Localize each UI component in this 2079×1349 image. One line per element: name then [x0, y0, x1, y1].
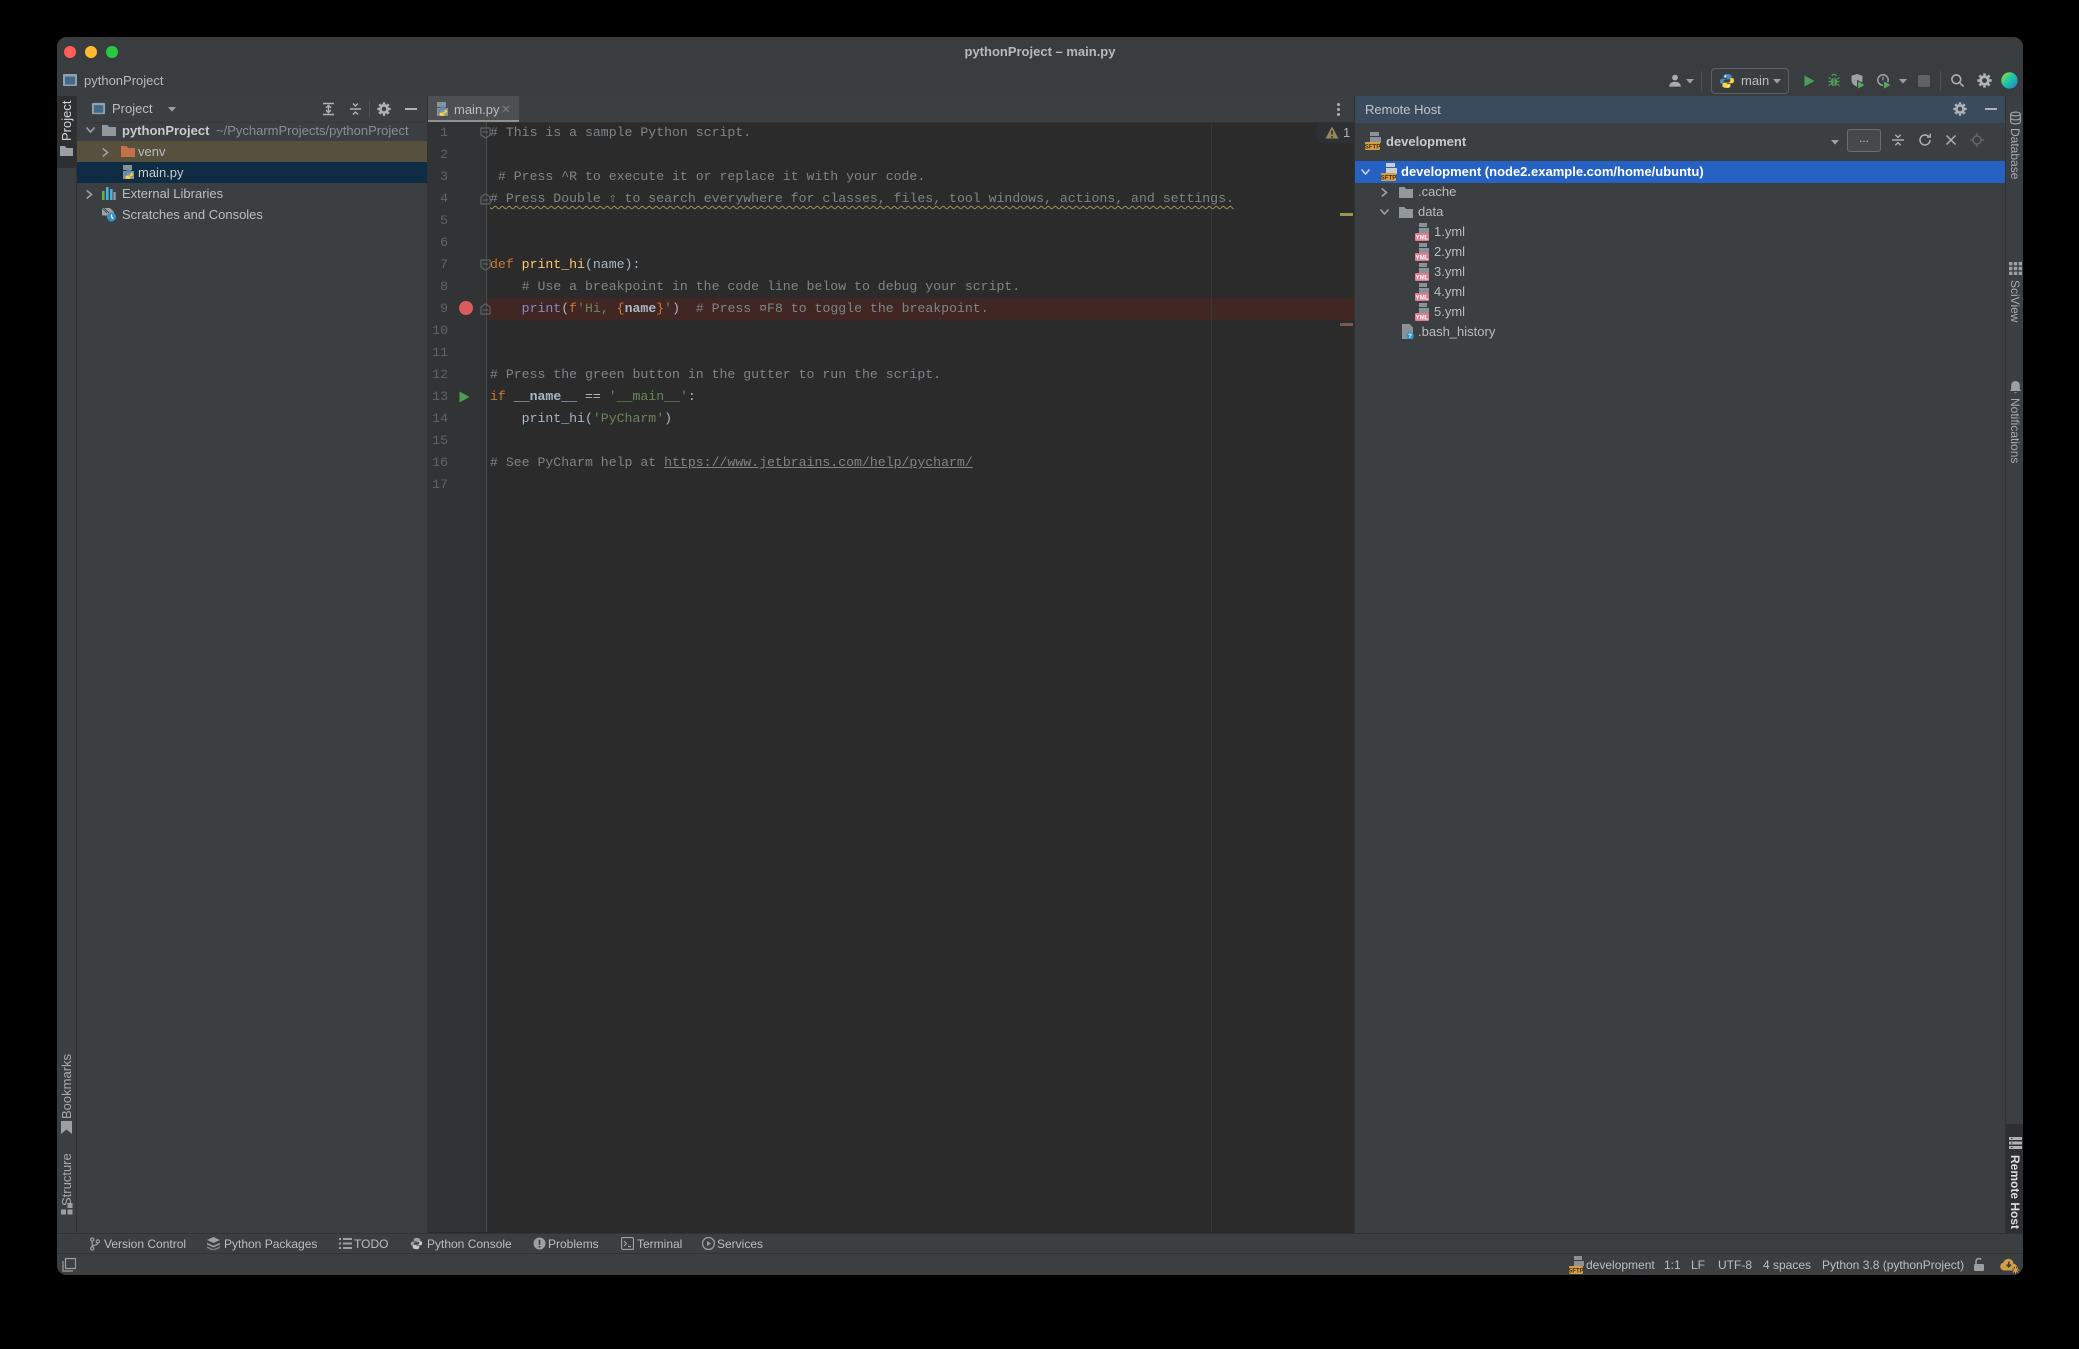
svg-text:?: ?	[1408, 333, 1412, 340]
svg-text:SFTP: SFTP	[1381, 175, 1397, 182]
svg-text:SFTP: SFTP	[1568, 1269, 1583, 1275]
svg-text:YML: YML	[1415, 315, 1428, 322]
svg-text:YML: YML	[1415, 295, 1428, 302]
svg-text:YML: YML	[1415, 275, 1428, 282]
svg-text:YML: YML	[1415, 255, 1428, 262]
svg-text:YML: YML	[1415, 235, 1428, 242]
svg-text:SFTP: SFTP	[1365, 144, 1381, 151]
